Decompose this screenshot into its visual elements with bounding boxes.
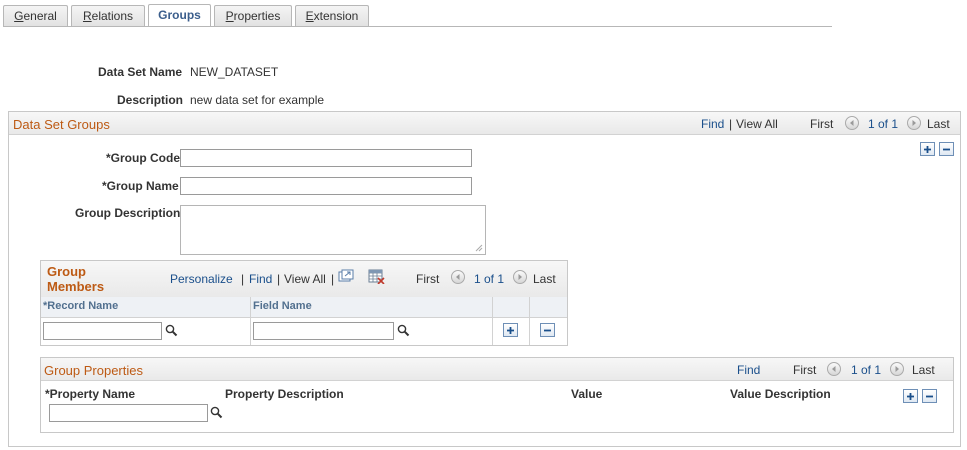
members-counter: 1 of 1 [474, 272, 505, 286]
group-code-input[interactable] [180, 149, 472, 167]
add-group-button[interactable] [920, 142, 935, 156]
add-member-button[interactable] [503, 323, 518, 337]
data-set-groups-title: Data Set Groups [13, 117, 110, 132]
members-col-divider-2 [492, 297, 493, 345]
minus-icon [544, 329, 551, 332]
members-header-divider [41, 317, 567, 318]
group-properties-title: Group Properties [44, 363, 143, 378]
groups-last: Last [927, 117, 950, 131]
property-name-column-label: *Property Name [45, 387, 136, 401]
groups-view-all[interactable]: View All [736, 117, 778, 131]
members-last: Last [533, 272, 556, 286]
description-value: new data set for example [190, 93, 325, 107]
add-property-button[interactable] [903, 389, 918, 403]
remove-property-button[interactable] [922, 389, 937, 403]
column-record-name[interactable]: *Record Name [43, 300, 118, 312]
group-properties-section: Group Properties Find First 1 of 1 Last … [40, 357, 954, 433]
tab-properties[interactable]: Properties [214, 5, 292, 26]
members-separator-1: | [241, 272, 245, 286]
remove-member-button[interactable] [540, 323, 555, 337]
value-column-label: Value [571, 387, 603, 401]
properties-last: Last [912, 363, 935, 377]
properties-first: First [793, 363, 817, 377]
resize-grip-icon[interactable] [474, 243, 483, 252]
tab-groups[interactable]: Groups [148, 4, 211, 26]
data-set-name-value: NEW_DATASET [190, 65, 279, 79]
members-separator-3: | [331, 272, 335, 286]
properties-next-arrow-icon[interactable] [890, 362, 904, 376]
group-description-label: Group Description [75, 206, 181, 220]
members-find-link[interactable]: Find [249, 272, 272, 286]
groups-first: First [810, 117, 834, 131]
group-code-label: *Group Code [106, 151, 180, 165]
plus-icon [507, 327, 514, 334]
members-separator-2: | [277, 272, 281, 286]
value-description-column-label: Value Description [730, 387, 831, 401]
record-name-input[interactable] [43, 322, 162, 340]
groups-separator: | [729, 117, 733, 131]
groups-prev-arrow-icon[interactable] [845, 116, 859, 130]
properties-counter: 1 of 1 [851, 363, 882, 377]
download-spreadsheet-icon[interactable] [368, 269, 385, 284]
groups-find-link[interactable]: Find [701, 117, 724, 131]
new-window-icon[interactable] [338, 269, 354, 283]
members-col-divider-3 [529, 297, 530, 345]
group-name-label: *Group Name [102, 179, 179, 193]
group-members-grid: Group Members Personalize | Find | View … [40, 260, 568, 346]
members-view-all[interactable]: View All [284, 272, 326, 286]
property-description-column-label: Property Description [225, 387, 344, 401]
group-name-input[interactable] [180, 177, 472, 195]
property-name-input[interactable] [49, 404, 208, 422]
data-set-name-label: Data Set Name [98, 65, 183, 79]
members-col-divider-1 [250, 297, 251, 345]
property-name-lookup-icon[interactable] [210, 406, 223, 419]
properties-prev-arrow-icon[interactable] [827, 362, 841, 376]
minus-icon [943, 148, 950, 151]
tab-extension[interactable]: Extension [295, 5, 369, 26]
field-name-input[interactable] [253, 322, 394, 340]
group-members-title: Group Members [47, 264, 105, 294]
members-first: First [416, 272, 440, 286]
groups-counter: 1 of 1 [868, 117, 899, 131]
properties-find-link[interactable]: Find [737, 363, 760, 377]
groups-next-arrow-icon[interactable] [907, 116, 921, 130]
plus-icon [924, 146, 931, 153]
record-name-lookup-icon[interactable] [165, 324, 178, 337]
tab-relations[interactable]: Relations [71, 5, 145, 26]
data-set-groups-section: Data Set Groups Find | View All First 1 … [8, 111, 961, 447]
column-field-name[interactable]: Field Name [253, 300, 312, 312]
remove-group-button[interactable] [939, 142, 954, 156]
members-next-arrow-icon[interactable] [513, 270, 527, 284]
members-prev-arrow-icon[interactable] [451, 270, 465, 284]
group-description-textarea[interactable] [180, 205, 486, 255]
description-label: Description [117, 93, 184, 107]
field-name-lookup-icon[interactable] [397, 324, 410, 337]
minus-icon [926, 395, 933, 398]
plus-icon [907, 393, 914, 400]
tab-general[interactable]: General [3, 5, 68, 26]
members-personalize-link[interactable]: Personalize [170, 272, 233, 286]
tab-baseline [3, 26, 832, 27]
